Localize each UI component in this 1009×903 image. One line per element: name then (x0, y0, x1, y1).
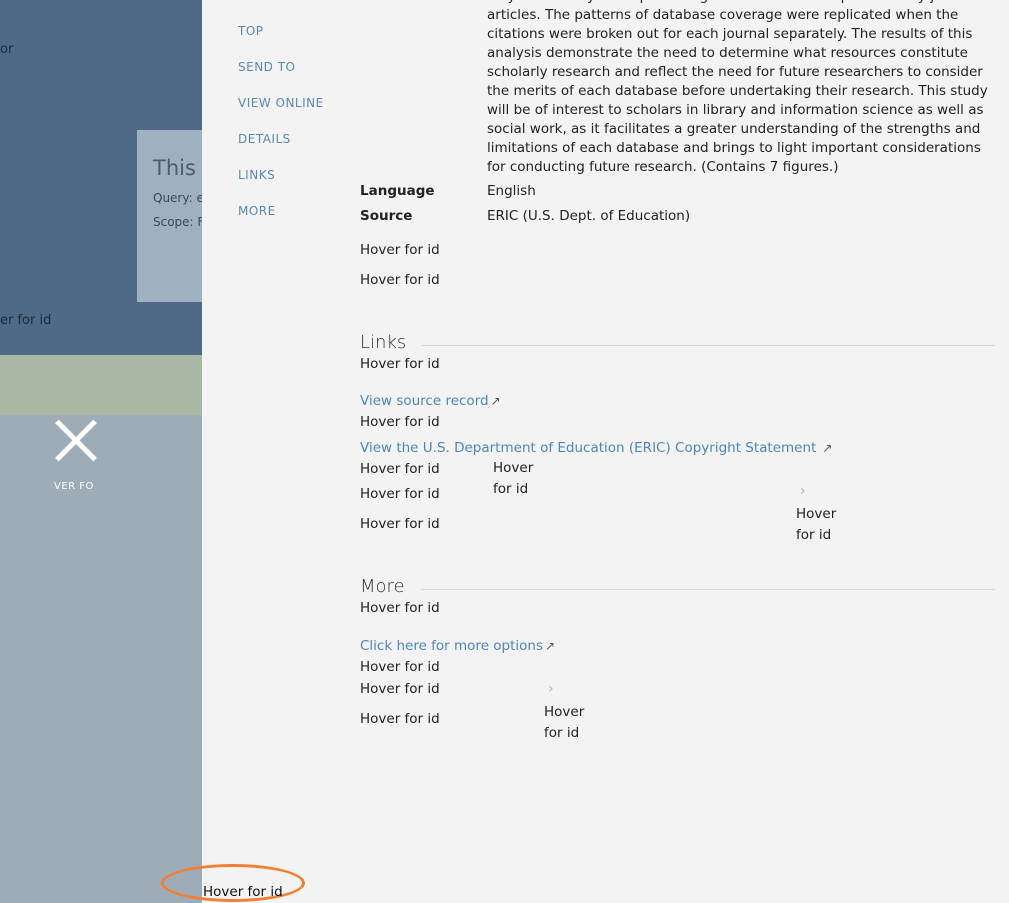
view-source-record-link[interactable]: View source record ↗ (360, 393, 501, 409)
background-band (0, 355, 202, 415)
nav-top[interactable]: TOP (238, 24, 324, 60)
copyright-statement-label: View the U.S. Department of Education (E… (360, 440, 817, 456)
background-text-fragment: or (0, 42, 14, 57)
section-divider (422, 345, 995, 346)
section-divider (421, 589, 995, 590)
more-section: More (360, 576, 995, 597)
hover-id-label[interactable]: Hover for id (360, 711, 440, 727)
hover-id-label[interactable]: Hover for id (796, 504, 846, 546)
close-icon[interactable] (52, 417, 100, 465)
background-card-title: This i (153, 156, 202, 180)
nav-more[interactable]: MORE (238, 204, 324, 240)
source-value: ERIC (U.S. Dept. of Education) (487, 208, 691, 224)
background-card-scope: Scope: F (153, 215, 202, 229)
hover-id-label[interactable]: Hover for id (360, 486, 440, 502)
nav-send-to[interactable]: SEND TO (238, 60, 324, 96)
background-card-query: Query: e (153, 191, 202, 205)
chevron-right-icon[interactable]: › (548, 681, 554, 697)
hover-id-label[interactable]: Hover for id (360, 681, 440, 697)
language-label: Language (360, 183, 435, 199)
hover-id-label[interactable]: Hover for id (544, 702, 594, 744)
abstract-text: only a relatively small percentage of th… (487, 0, 988, 175)
hover-id-label[interactable]: Hover for id (360, 272, 440, 288)
nav-links[interactable]: LINKS (238, 168, 324, 204)
links-section-title: Links (360, 332, 407, 353)
hover-id-label[interactable]: Hover for id (360, 659, 440, 675)
hover-id-label[interactable]: Hover for id (360, 600, 440, 616)
hover-id-label[interactable]: Hover for id (360, 516, 440, 532)
source-label: Source (360, 208, 413, 224)
record-section-nav: TOP SEND TO VIEW ONLINE DETAILS LINKS MO… (238, 24, 324, 240)
full-record-panel: TOP SEND TO VIEW ONLINE DETAILS LINKS MO… (202, 0, 1009, 903)
more-section-title: More (360, 576, 405, 597)
links-section: Links (360, 332, 995, 353)
nav-details[interactable]: DETAILS (238, 132, 324, 168)
hover-id-label[interactable]: Hover for id (360, 242, 440, 258)
hover-id-label[interactable]: Hover for id (360, 356, 440, 372)
copyright-statement-link[interactable]: View the U.S. Department of Education (E… (360, 440, 832, 456)
external-link-icon: ↗ (545, 639, 556, 653)
external-link-icon: ↗ (490, 394, 501, 408)
hover-id-label[interactable]: Hover for id (360, 414, 440, 430)
view-source-record-label: View source record (360, 393, 489, 409)
background-page: or This i Query: e Scope: F er for id VE… (0, 0, 202, 903)
background-lower-area (0, 415, 202, 903)
language-value: English (487, 183, 536, 199)
hover-id-label[interactable]: Hover for id (360, 461, 440, 477)
chevron-right-icon[interactable]: › (800, 483, 806, 499)
more-options-label: Click here for more options (360, 638, 544, 654)
background-search-card: This i Query: e Scope: F (137, 130, 202, 302)
close-label-fragment: VER FO (54, 481, 94, 492)
nav-view-online[interactable]: VIEW ONLINE (238, 96, 324, 132)
external-link-icon: ↗ (822, 441, 833, 455)
hover-id-label[interactable]: Hover for id (493, 458, 543, 500)
source-row: Source ERIC (U.S. Dept. of Education) (360, 208, 690, 224)
language-row: Language English (360, 183, 536, 199)
background-hover-fragment: er for id (0, 313, 52, 328)
hover-id-label[interactable]: Hover for id (203, 884, 283, 900)
more-options-link[interactable]: Click here for more options ↗ (360, 638, 555, 654)
